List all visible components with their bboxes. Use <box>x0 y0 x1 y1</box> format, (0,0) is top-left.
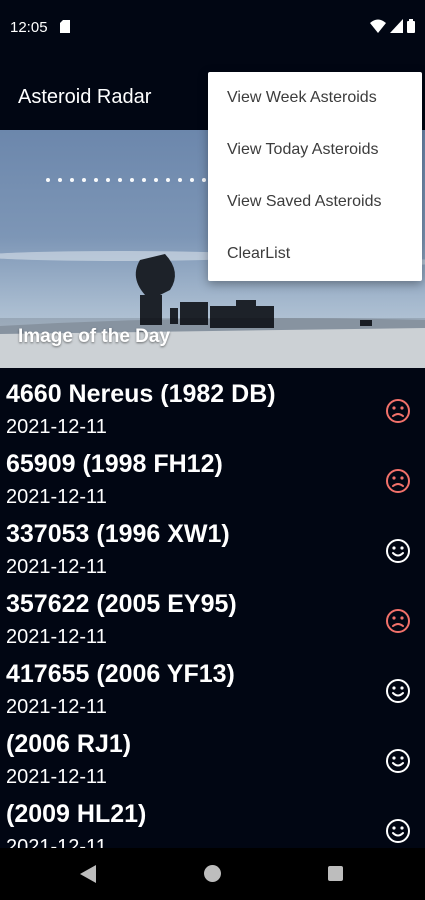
status-time: 12:05 <box>10 19 48 36</box>
asteroid-list[interactable]: 4660 Nereus (1982 DB) 2021-12-11 65909 (… <box>0 368 425 848</box>
list-item[interactable]: 65909 (1998 FH12) 2021-12-11 <box>0 438 425 508</box>
sim-card-icon <box>60 20 70 33</box>
menu-item-view-today[interactable]: View Today Asteroids <box>208 124 422 176</box>
menu-item-view-week[interactable]: View Week Asteroids <box>208 72 422 124</box>
cell-signal-icon <box>390 19 403 33</box>
wifi-icon <box>370 19 386 33</box>
asteroid-name: 357622 (2005 EY95) <box>6 590 237 618</box>
asteroid-name: (2009 HL21) <box>6 800 147 828</box>
battery-icon <box>407 19 415 33</box>
asteroid-date: 2021-12-11 <box>6 416 107 438</box>
asteroid-name: 337053 (1996 XW1) <box>6 520 230 548</box>
asteroid-date: 2021-12-11 <box>6 556 107 578</box>
list-item[interactable]: 357622 (2005 EY95) 2021-12-11 <box>0 578 425 648</box>
menu-item-clear-list[interactable]: ClearList <box>208 228 422 280</box>
list-item[interactable]: 4660 Nereus (1982 DB) 2021-12-11 <box>0 368 425 438</box>
image-of-the-day-caption: Image of the Day <box>18 326 171 347</box>
recents-icon[interactable] <box>328 866 343 881</box>
asteroid-date: 2021-12-11 <box>6 626 107 648</box>
asteroid-name: 65909 (1998 FH12) <box>6 450 223 478</box>
asteroid-date: 2021-12-11 <box>6 486 107 508</box>
list-item[interactable]: 417655 (2006 YF13) 2021-12-11 <box>0 648 425 718</box>
status-bar: 12:05 <box>0 0 425 56</box>
happy-face-icon <box>385 818 411 844</box>
menu-item-view-saved[interactable]: View Saved Asteroids <box>208 176 422 228</box>
asteroid-name: 4660 Nereus (1982 DB) <box>6 380 276 408</box>
happy-face-icon <box>385 538 411 564</box>
status-icons <box>370 19 415 33</box>
asteroid-date: 2021-12-11 <box>6 696 107 718</box>
app-title: Asteroid Radar <box>18 86 152 108</box>
list-item[interactable]: (2006 RJ1) 2021-12-11 <box>0 718 425 788</box>
sad-face-icon <box>385 398 411 424</box>
list-item[interactable]: (2009 HL21) 2021-12-11 <box>0 788 425 848</box>
happy-face-icon <box>385 678 411 704</box>
list-item[interactable]: 337053 (1996 XW1) 2021-12-11 <box>0 508 425 578</box>
home-icon[interactable] <box>204 865 221 882</box>
happy-face-icon <box>385 748 411 774</box>
asteroid-name: (2006 RJ1) <box>6 730 132 758</box>
asteroid-date: 2021-12-11 <box>6 766 107 788</box>
back-icon[interactable] <box>80 865 96 883</box>
sad-face-icon <box>385 468 411 494</box>
asteroid-date: 2021-12-11 <box>6 836 107 848</box>
system-nav-bar <box>0 848 425 900</box>
overflow-menu: View Week Asteroids View Today Asteroids… <box>208 72 422 281</box>
asteroid-name: 417655 (2006 YF13) <box>6 660 235 688</box>
sad-face-icon <box>385 608 411 634</box>
